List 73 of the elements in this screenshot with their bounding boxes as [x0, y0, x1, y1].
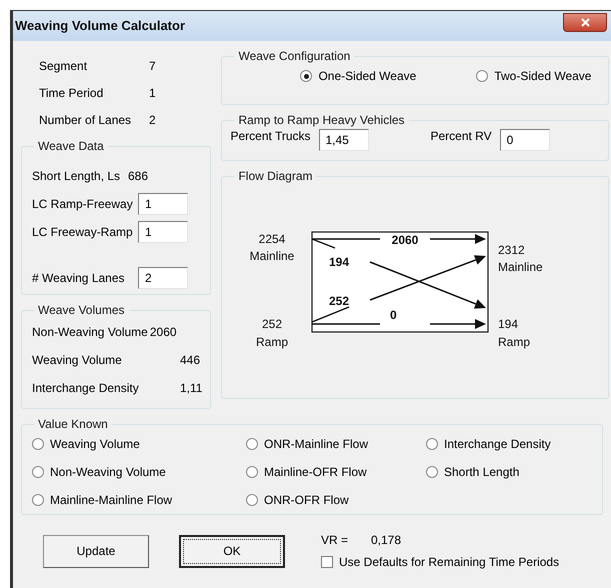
input-field[interactable]: 1 [138, 221, 188, 243]
input-field[interactable]: 1,45 [318, 129, 368, 151]
info-label: Time Period [39, 85, 104, 102]
radio-label[interactable]: One-Sided Weave [318, 67, 416, 85]
radio-label[interactable]: Weaving Volume [50, 435, 140, 453]
field-value: 686 [128, 168, 148, 185]
flow-value: 0 [390, 308, 398, 322]
info-value: 1 [149, 85, 156, 102]
checkbox-label[interactable]: Use Defaults for Remaining Time Periods [339, 553, 560, 571]
vr-label: VR = [321, 532, 350, 549]
radio-button[interactable] [246, 438, 258, 450]
group-title: Flow Diagram [237, 168, 314, 185]
flow-arrow [430, 234, 486, 244]
radio-button[interactable] [246, 494, 258, 506]
flow-arrow [430, 319, 486, 329]
group-title: Ramp to Ramp Heavy Vehicles [237, 112, 406, 129]
flow-label: Mainline [498, 260, 544, 274]
volume-value: 1,11 [180, 380, 202, 397]
flow-label: Ramp [498, 335, 530, 349]
flow-value: 2254 [259, 232, 286, 246]
volume-label: Non-Weaving Volume [32, 324, 148, 341]
dialog-button[interactable]: Update [43, 534, 149, 568]
radio-label[interactable]: ONR-Mainline Flow [264, 435, 368, 453]
radio-label[interactable]: Mainline-Mainline Flow [50, 491, 172, 509]
input-field[interactable]: 1 [138, 193, 188, 215]
field-label: Percent Trucks [230, 128, 310, 145]
flow-label: Ramp [256, 335, 288, 349]
group-title: Weave Volumes [37, 302, 126, 319]
flow-label: Mainline [250, 249, 295, 263]
input-field[interactable]: 0 [500, 129, 550, 151]
radio-label[interactable]: Two-Sided Weave [494, 67, 592, 85]
radio-label[interactable]: Shorth Length [444, 463, 520, 481]
input-field[interactable]: 2 [138, 267, 188, 289]
radio-label[interactable]: Non-Weaving Volume [50, 463, 166, 481]
flow-value: 2312 [498, 243, 526, 257]
radio-button[interactable] [300, 70, 312, 82]
field-label: Percent RV [430, 128, 492, 145]
radio-button[interactable] [32, 438, 44, 450]
radio-button[interactable] [246, 466, 258, 478]
flow-value: 194 [329, 255, 350, 269]
dialog-button[interactable]: OK [179, 534, 285, 568]
close-button[interactable] [563, 12, 607, 32]
radio-button[interactable] [32, 494, 44, 506]
volume-value: 446 [180, 352, 200, 369]
group-title: Value Known [37, 416, 109, 433]
volume-label: Weaving Volume [32, 352, 123, 369]
radio-button[interactable] [32, 466, 44, 478]
vr-value: 0,178 [371, 532, 402, 549]
info-label: Number of Lanes [39, 112, 132, 129]
window-title: Weaving Volume Calculator [15, 17, 186, 36]
flow-value: 252 [262, 317, 282, 331]
field-label: LC Ramp-Freeway [32, 196, 134, 213]
radio-button[interactable] [426, 438, 438, 450]
volume-label: Interchange Density [32, 380, 140, 397]
info-value: 2 [149, 112, 156, 129]
field-label: Short Length, Ls [32, 168, 122, 185]
field-label: LC Freeway-Ramp [32, 224, 134, 241]
radio-label[interactable]: ONR-OFR Flow [264, 491, 349, 509]
flow-value: 194 [498, 317, 518, 331]
radio-label[interactable]: Interchange Density [444, 435, 551, 453]
radio-button[interactable] [476, 70, 488, 82]
flow-value: 252 [329, 294, 350, 308]
checkbox[interactable] [321, 556, 333, 568]
close-icon [580, 18, 590, 26]
info-value: 7 [149, 58, 156, 75]
radio-label[interactable]: Mainline-OFR Flow [264, 463, 367, 481]
radio-button[interactable] [426, 466, 438, 478]
info-label: Segment [39, 58, 88, 75]
flow-value: 2060 [392, 233, 419, 247]
group-title: Weave Configuration [237, 48, 352, 65]
group-title: Weave Data [37, 138, 105, 155]
field-label: # Weaving Lanes [32, 270, 126, 287]
volume-value: 2060 [150, 324, 177, 341]
